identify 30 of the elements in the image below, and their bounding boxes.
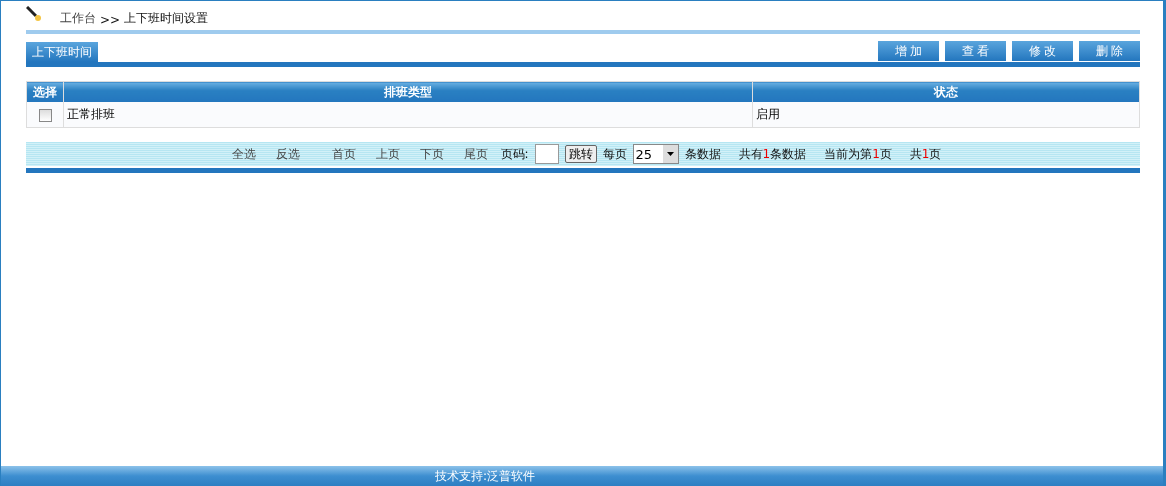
pager-link[interactable]: 首页 [331,145,356,163]
action-button[interactable]: 删 除 [1079,41,1140,61]
footer-bar: 技术支持:泛普软件 [1,466,1163,486]
table-cell: 正常排班 [63,102,753,128]
breadcrumb-link[interactable]: 工作台 [60,10,96,27]
action-button[interactable]: 修 改 [1012,41,1073,61]
go-button[interactable]: 跳转 [564,145,597,163]
pen-icon [26,6,42,22]
pager-info: 共1页 [909,145,942,163]
per-page-label: 每页 [602,145,627,163]
column-header: 排班类型 [63,81,753,102]
page-input[interactable] [534,144,559,164]
pager-link[interactable]: 下页 [419,145,444,163]
page-label: 页码: [500,145,529,163]
breadcrumb-separator: >> [100,13,121,27]
pager-link[interactable]: 全选 [231,145,256,163]
column-header: 选择 [26,81,64,102]
row-checkbox[interactable] [38,108,52,122]
action-button[interactable]: 增 加 [878,41,939,61]
pager-link[interactable]: 上页 [375,145,400,163]
page-title: 上下班时间设置 [124,10,209,27]
pager-info: 当前为第1页 [824,145,892,163]
per-page-dropdown[interactable]: 25 [632,144,679,164]
column-header: 状态 [752,81,1140,102]
dropdown-arrow-icon [666,152,674,156]
per-page-suffix: 条数据 [684,145,721,163]
pager-link[interactable]: 尾页 [463,145,488,163]
pager-link[interactable]: 反选 [275,145,300,163]
pager-info: 共有1条数据 [738,145,807,163]
table-cell: 启用 [752,102,1140,128]
